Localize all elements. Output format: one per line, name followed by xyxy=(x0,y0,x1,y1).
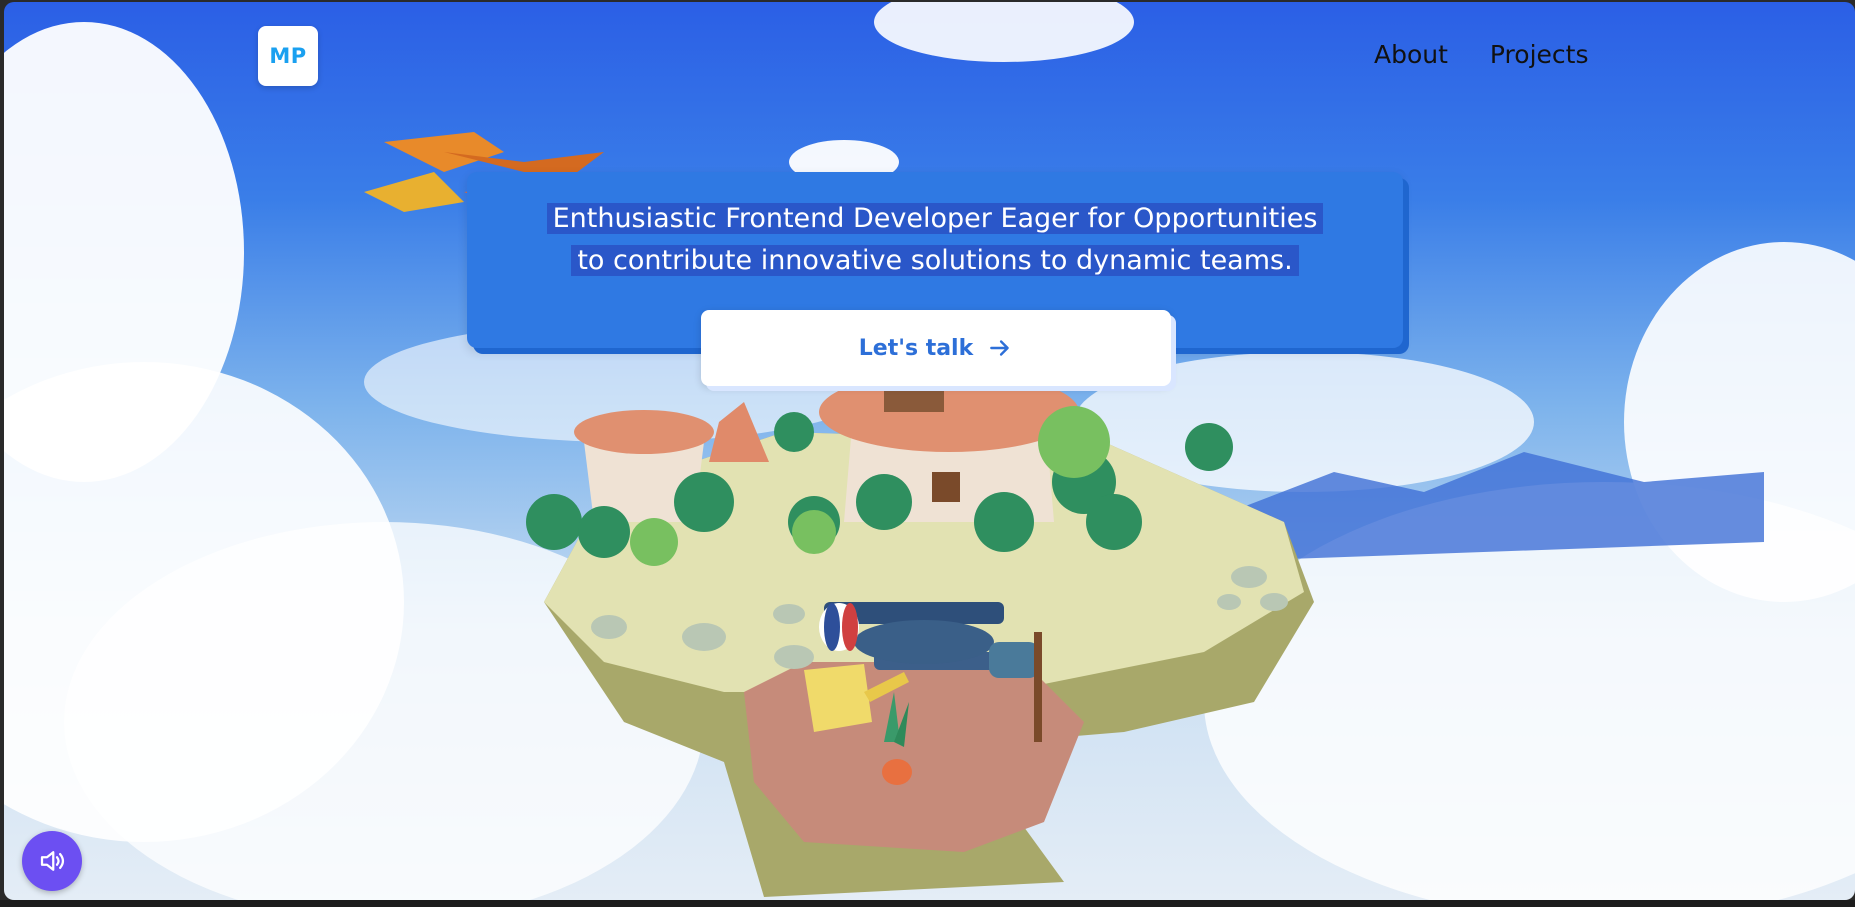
sound-toggle-button[interactable] xyxy=(22,831,82,891)
hero-line-1: Enthusiastic Frontend Developer Eager fo… xyxy=(546,203,1324,234)
hero-line-2: to contribute innovative solutions to dy… xyxy=(571,245,1299,276)
logo-text: MP xyxy=(269,44,307,68)
island-scene[interactable] xyxy=(4,2,1855,900)
lets-talk-button[interactable]: Let's talk xyxy=(701,310,1171,386)
nav-link-projects[interactable]: Projects xyxy=(1490,40,1589,69)
nav-link-about[interactable]: About xyxy=(1374,40,1448,69)
app-viewport: MP About Projects Enthusiastic Frontend … xyxy=(4,2,1855,900)
logo-button[interactable]: MP xyxy=(258,26,318,86)
main-nav: About Projects xyxy=(1374,40,1588,69)
hero-headline: Enthusiastic Frontend Developer Eager fo… xyxy=(467,198,1403,282)
lets-talk-label: Let's talk xyxy=(858,335,974,361)
arrow-right-icon xyxy=(990,340,1010,356)
speaker-icon xyxy=(40,851,65,871)
window-bottom-edge xyxy=(0,900,1855,907)
